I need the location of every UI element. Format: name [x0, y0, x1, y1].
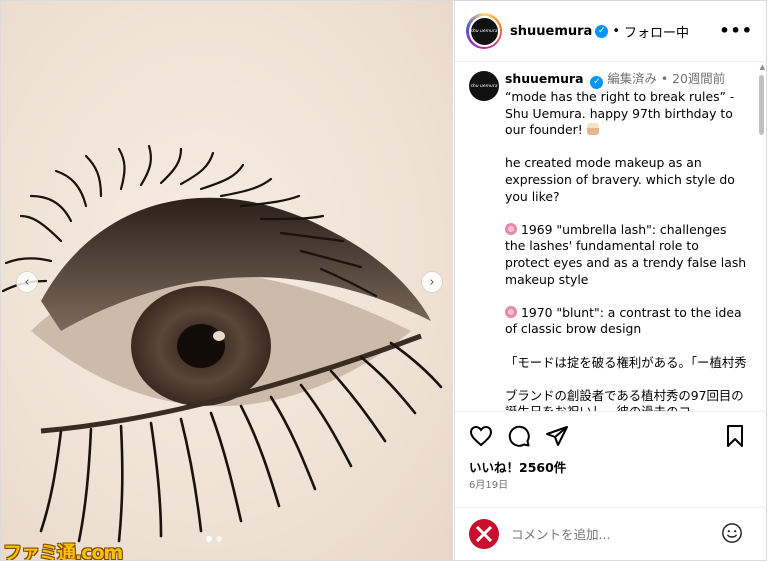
caption-text: shuuemura ✓ 編集済み • 20週間前 “mode has the r… — [505, 71, 747, 411]
caption-username[interactable]: shuuemura — [505, 71, 583, 86]
post-header: shu uemura shuuemura ✓ • フォロー中 ••• — [455, 1, 767, 62]
post-sidebar: shu uemura shuuemura ✓ • フォロー中 ••• shu u… — [454, 1, 767, 560]
emoji-icon[interactable] — [721, 522, 743, 544]
chevron-left-icon: ‹ — [24, 274, 30, 290]
watermark-logo: ファミ通.com — [3, 542, 123, 560]
follow-status-button[interactable]: フォロー中 — [624, 22, 689, 41]
carousel-dot — [216, 536, 222, 542]
cake-emoji-icon — [586, 123, 599, 136]
more-options-icon[interactable]: ••• — [719, 21, 753, 40]
action-icons — [469, 424, 569, 448]
caption-scrollbar[interactable] — [759, 75, 764, 135]
caption-area[interactable]: shu uemura shuuemura ✓ 編集済み • 20週間前 “mod… — [455, 63, 767, 411]
header-username[interactable]: shuuemura — [510, 24, 592, 39]
comment-icon[interactable] — [507, 424, 531, 448]
avatar: shu uemura — [468, 15, 500, 47]
caption-first-paragraph: shuuemura ✓ 編集済み • 20週間前 “mode has the r… — [505, 71, 747, 139]
caption-avatar[interactable]: shu uemura — [469, 71, 499, 101]
verified-icon: ✓ — [590, 76, 604, 89]
previous-image-button[interactable]: ‹ — [16, 271, 38, 293]
likes-count[interactable]: いいね！2560件 — [469, 457, 566, 476]
separator-dot: • — [660, 71, 669, 86]
caption-paragraph: 1970 "blunt": a contrast to the idea of … — [505, 304, 742, 337]
post-actions: いいね！2560件 6月19日 — [455, 411, 767, 521]
chevron-right-icon: › — [429, 274, 435, 290]
post-date[interactable]: 6月19日 — [469, 476, 508, 491]
caption-paragraph-block: 1969 "umbrella lash": challenges the las… — [505, 222, 747, 288]
caption-paragraph-block: 1970 "blunt": a contrast to the idea of … — [505, 305, 747, 338]
comment-bar — [455, 507, 767, 560]
flower-emoji-icon — [505, 222, 517, 235]
separator-dot: • — [612, 23, 620, 39]
flower-emoji-icon — [505, 305, 517, 318]
avatar: shu uemura — [469, 71, 499, 101]
share-icon[interactable] — [545, 424, 569, 448]
avatar — [469, 519, 499, 549]
edited-label: 編集済み — [607, 71, 657, 86]
comment-input[interactable] — [511, 526, 711, 542]
scroll-up-icon[interactable]: ▲ — [760, 63, 765, 71]
caption-paragraph: he created mode makeup as an expression … — [505, 155, 735, 204]
profile-avatar-ring[interactable]: shu uemura — [466, 13, 502, 49]
caption-paragraph: 1969 "umbrella lash": challenges the las… — [505, 221, 747, 287]
heart-icon[interactable] — [469, 424, 493, 448]
post-age: 20週間前 — [672, 71, 726, 86]
caption-paragraph: ブランドの創設者である植村秀の97回目の誕生日をお祝いし、彼の過去のコ — [505, 387, 744, 411]
eye-illustration — [1, 144, 443, 543]
carousel-dots — [206, 536, 222, 542]
verified-icon: ✓ — [595, 24, 609, 38]
caption-paragraph: “mode has the right to break rules” - Sh… — [505, 89, 735, 138]
user-avatar-icon — [475, 525, 493, 543]
bookmark-icon[interactable] — [723, 424, 747, 448]
caption-paragraph: 「モードは掟を破る権利がある。「ー植村秀 — [505, 354, 747, 370]
carousel-dot — [206, 536, 212, 542]
next-image-button[interactable]: › — [421, 271, 443, 293]
post-image[interactable]: ‹ › ファミ通.com — [1, 1, 453, 560]
